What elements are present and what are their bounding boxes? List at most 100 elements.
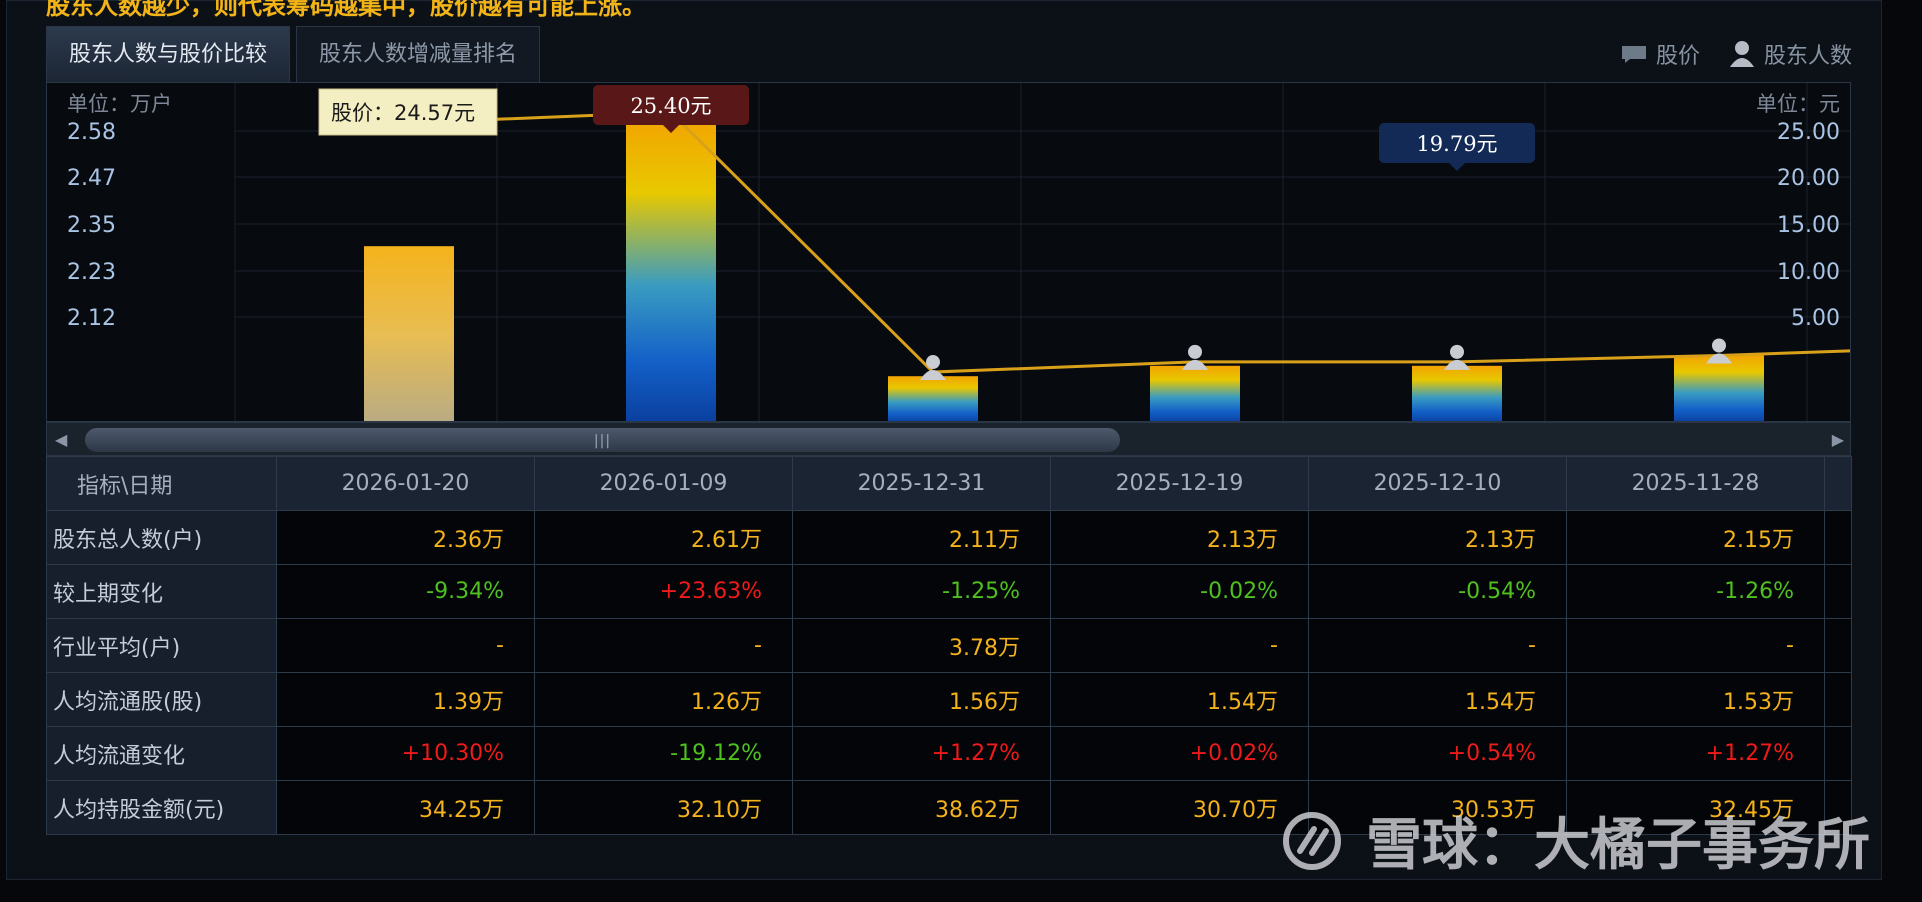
- table-cell-filler: [1824, 564, 1852, 619]
- legend-holders[interactable]: 股东人数: [1728, 38, 1852, 70]
- table-cell: 30.70万: [1050, 780, 1309, 835]
- legend-price-label: 股价: [1655, 44, 1700, 69]
- table-cell: 1.39万: [276, 672, 535, 727]
- table-cell: 34.25万: [276, 780, 535, 835]
- right-unit-label: 单位：元: [1756, 92, 1840, 116]
- price-legend-icon: [1621, 46, 1646, 63]
- table-row: 人均流通股(股) 1.39万 1.26万 1.56万 1.54万 1.54万 1.53万: [46, 672, 1852, 727]
- price-callout-pointer: [1449, 163, 1465, 171]
- table-cell-filler: [1824, 672, 1852, 727]
- holders-bar: [1674, 355, 1764, 421]
- table-cell: +1.27%: [1566, 726, 1825, 781]
- table-cell: +23.63%: [534, 564, 793, 619]
- chart-scrollbar[interactable]: ◀ ||| ▶: [46, 422, 1851, 456]
- table-cell: 2.13万: [1050, 510, 1309, 565]
- scroll-left-arrow-icon[interactable]: ◀: [55, 430, 67, 449]
- price-point-person-icon[interactable]: [1182, 344, 1208, 370]
- watermark: 雪球：大橘子事务所: [1282, 800, 1870, 881]
- right-tick-label: 5.00: [1791, 306, 1840, 331]
- table-header-row: 指标\日期 2026-01-20 2026-01-09 2025-12-31 2…: [46, 456, 1852, 511]
- table-cell-filler: [1824, 618, 1852, 673]
- row-label: 行业平均(户): [46, 618, 277, 673]
- holders-bar: [626, 116, 716, 421]
- table-date-header: 2025-12-10: [1308, 456, 1567, 511]
- holders-bar: [364, 246, 454, 421]
- table-cell: +0.54%: [1308, 726, 1567, 781]
- tab-holders-vs-price[interactable]: 股东人数与股价比较: [46, 26, 291, 82]
- left-tick-label: 2.58: [67, 120, 116, 145]
- table-row: 行业平均(户) - -3.78万 - - -: [46, 618, 1852, 673]
- table-cell: 2.36万: [276, 510, 535, 565]
- table-body: 股东总人数(户) 2.36万 2.61万 2.11万 2.13万 2.13万 2.15万 较上…: [46, 510, 1852, 835]
- table-date-header: 2026-01-20: [276, 456, 535, 511]
- price-point-person-icon[interactable]: [1706, 338, 1732, 364]
- table-cell: -0.02%: [1050, 564, 1309, 619]
- price-callout-label: 19.79元: [1416, 132, 1497, 156]
- price-point-person-icon[interactable]: [1444, 344, 1470, 370]
- table-row: 较上期变化 -9.34% +23.63% -1.25% -0.02% -0.54% -1.2…: [46, 564, 1852, 619]
- table-cell: -0.54%: [1308, 564, 1567, 619]
- chart-svg: 单位：万户 单位：元 2.58 2.47 2.35 2.23 2.12 25.00 20.00 1…: [67, 83, 1850, 421]
- chart-legend: 股价 股东人数: [1592, 38, 1852, 70]
- row-label: 人均流通股(股): [46, 672, 277, 727]
- scroll-grip-icon: |||: [593, 433, 612, 449]
- banner-text: 股东人数越少，则代表筹码越集中，股价越有可能上涨。: [46, 0, 646, 20]
- table-cell: +1.27%: [792, 726, 1051, 781]
- table-date-header: 2025-11-28: [1566, 456, 1825, 511]
- holders-bar: [1412, 365, 1502, 421]
- table-cell: -1.26%: [1566, 564, 1825, 619]
- chart-area: 单位：万户 单位：元 2.58 2.47 2.35 2.23 2.12 25.00 20.00 1…: [46, 82, 1851, 422]
- scroll-right-arrow-icon[interactable]: ▶: [1832, 430, 1844, 449]
- table-cell: 1.26万: [534, 672, 793, 727]
- price-point-person-icon[interactable]: [920, 355, 946, 381]
- left-unit-label: 单位：万户: [67, 92, 172, 116]
- table-cell: -: [1566, 618, 1825, 673]
- table-cell: +10.30%: [276, 726, 535, 781]
- table-cell: 1.56万: [792, 672, 1051, 727]
- left-tick-label: 2.12: [67, 306, 116, 331]
- table-cell: -9.34%: [276, 564, 535, 619]
- price-callout-label: 25.40元: [630, 94, 711, 118]
- tab-bar: 股东人数与股价比较 股东人数增减量排名: [46, 26, 546, 82]
- holders-bar: [1150, 365, 1240, 421]
- table-date-header: 2025-12-31: [792, 456, 1051, 511]
- legend-price[interactable]: 股价: [1620, 38, 1700, 70]
- holders-bar: [888, 376, 978, 421]
- table-date-header: 2025-12-19: [1050, 456, 1309, 511]
- row-label: 股东总人数(户): [46, 510, 277, 565]
- scroll-thumb[interactable]: |||: [85, 428, 1120, 452]
- table-cell-filler: [1824, 510, 1852, 565]
- right-tick-label: 25.00: [1777, 120, 1840, 145]
- table-header-label: 指标\日期: [46, 456, 277, 511]
- table-header-filler: [1824, 456, 1852, 511]
- table-cell: 1.54万: [1050, 672, 1309, 727]
- table-cell: 2.61万: [534, 510, 793, 565]
- right-tick-label: 20.00: [1777, 166, 1840, 191]
- row-label: 较上期变化: [46, 564, 277, 619]
- table-date-header: 2026-01-09: [534, 456, 793, 511]
- table-cell: -: [534, 618, 793, 673]
- right-tick-label: 10.00: [1777, 260, 1840, 285]
- table-cell: 2.11万: [792, 510, 1051, 565]
- person-legend-icon: [1729, 41, 1754, 67]
- tooltip-text: 股价：24.57元: [331, 101, 475, 125]
- watermark-text: 雪球：大橘子事务所: [1366, 813, 1870, 878]
- table-cell: -: [276, 618, 535, 673]
- table-cell: 2.15万: [1566, 510, 1825, 565]
- left-tick-label: 2.23: [67, 260, 116, 285]
- price-line: [408, 110, 1850, 374]
- table-cell: 1.53万: [1566, 672, 1825, 727]
- right-tick-label: 15.00: [1777, 213, 1840, 238]
- table-cell: 32.10万: [534, 780, 793, 835]
- table-cell: -19.12%: [534, 726, 793, 781]
- tab-holders-ranking[interactable]: 股东人数增减量排名: [296, 26, 541, 82]
- table-cell: -: [1308, 618, 1567, 673]
- row-label: 人均流通变化: [46, 726, 277, 781]
- left-tick-label: 2.47: [67, 166, 116, 191]
- xueqiu-logo-icon: [1283, 811, 1341, 870]
- row-label: 人均持股金额(元): [46, 780, 277, 835]
- table-cell: 3.78万: [792, 618, 1051, 673]
- left-tick-label: 2.35: [67, 213, 116, 238]
- table-cell: 1.54万: [1308, 672, 1567, 727]
- table-cell: -1.25%: [792, 564, 1051, 619]
